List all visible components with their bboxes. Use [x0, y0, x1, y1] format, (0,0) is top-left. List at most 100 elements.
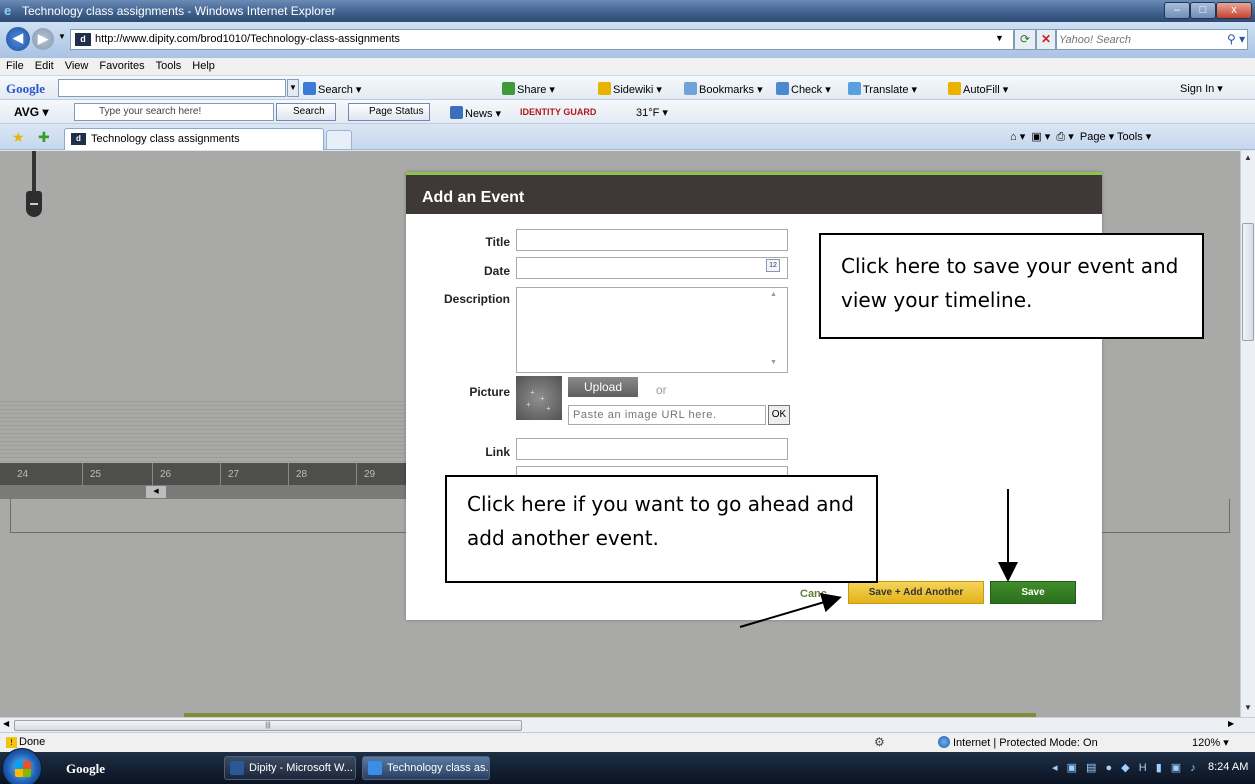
back-button[interactable]: ◀	[6, 27, 30, 51]
avg-logo[interactable]: AVG ▾	[14, 105, 48, 119]
scroll-up-icon[interactable]: ▲	[770, 291, 777, 298]
status-bar: ! Done ⚙ Internet | Protected Mode: On 12…	[0, 732, 1255, 752]
word-icon	[230, 761, 244, 775]
google-logo: Google	[6, 81, 45, 96]
calendar-icon[interactable]: 12	[766, 259, 780, 272]
status-text: ! Done	[6, 736, 45, 748]
refresh-button[interactable]: ⟳	[1014, 29, 1036, 50]
weather-widget[interactable]: 31°F ▾	[636, 106, 668, 119]
taskbar-google-search[interactable]: Google	[66, 761, 105, 777]
tab-technology-class-assignments[interactable]: d Technology class assignments	[64, 128, 324, 150]
stop-button[interactable]: ✕	[1036, 29, 1056, 50]
google-search-menu[interactable]: Search ▾	[303, 82, 361, 96]
description-scrollbar[interactable]: ▲ ▼	[766, 289, 782, 371]
callout-add-another-instructions: Click here if you want to go ahead and a…	[445, 475, 878, 583]
system-tray: ◂ ▣ ▤ ● ◆ H ▮ ▣ ♪ 8:24 AM	[1048, 752, 1255, 784]
date-tick: 24	[17, 469, 29, 480]
site-favicon-icon: d	[75, 33, 91, 46]
clock[interactable]: 8:24 AM	[1208, 761, 1248, 773]
recent-pages-dropdown-icon[interactable]: ▼	[58, 32, 66, 41]
date-tick: 27	[220, 463, 239, 485]
zoom-slider-knob[interactable]	[26, 191, 42, 217]
save-button[interactable]: Save	[990, 581, 1076, 604]
title-field[interactable]	[516, 229, 788, 251]
picture-placeholder-image: + + + +	[516, 376, 562, 420]
tray-icons[interactable]: ◂ ▣ ▤ ● ◆ H ▮ ▣ ♪	[1052, 761, 1199, 774]
vertical-scroll-thumb[interactable]	[1242, 223, 1254, 341]
avg-news-menu[interactable]: News ▾	[450, 106, 501, 120]
ie-icon	[368, 761, 382, 775]
avg-page-status-button[interactable]: Page Status	[348, 103, 430, 121]
upload-button[interactable]: Upload	[568, 377, 638, 397]
scroll-up-icon[interactable]: ▲	[1244, 153, 1252, 162]
image-url-ok-button[interactable]: OK	[768, 405, 790, 425]
description-field[interactable]	[516, 287, 788, 373]
timeline-scrollbar[interactable]: ◀	[0, 485, 406, 499]
close-button[interactable]: x	[1216, 2, 1252, 19]
identity-guard-button[interactable]: IDENTITY GUARD	[520, 107, 596, 117]
address-dropdown-icon[interactable]: ▼	[995, 33, 1004, 43]
google-dropdown-icon[interactable]: ▼	[287, 79, 299, 97]
save-add-another-button[interactable]: Save + Add Another	[848, 581, 984, 604]
avg-search-button[interactable]: Search	[276, 103, 336, 121]
google-autofill-menu[interactable]: AutoFill ▾	[948, 82, 1008, 96]
address-field[interactable]: d http://www.dipity.com/brod1010/Technol…	[70, 29, 1014, 50]
link-label: Link	[485, 445, 510, 459]
google-search-input[interactable]	[58, 79, 286, 97]
scroll-left-icon[interactable]: ◀	[146, 486, 166, 498]
google-bookmarks-menu[interactable]: Bookmarks ▾	[684, 82, 763, 96]
dialog-header: Add an Event	[406, 172, 1102, 214]
date-field[interactable]	[516, 257, 788, 279]
picture-label: Picture	[469, 385, 510, 399]
menu-favorites[interactable]: Favorites	[93, 58, 149, 72]
command-bar[interactable]: ⌂ ▾ ▣ ▾ ⎙ ▾ Page ▾ Tools ▾	[1010, 130, 1151, 144]
star-icon	[684, 82, 697, 95]
google-toolbar: Google ▼ Search ▾ Share ▾ Sidewiki ▾ Boo…	[0, 76, 1255, 100]
taskbar-word-window[interactable]: Dipity - Microsoft W...	[224, 756, 356, 780]
link-field[interactable]	[516, 438, 788, 460]
menu-file[interactable]: File	[0, 58, 29, 72]
search-icon[interactable]: ⚲ ▾	[1227, 32, 1245, 46]
window-title-bar: e Technology class assignments - Windows…	[0, 0, 1255, 22]
maximize-button[interactable]: □	[1190, 2, 1216, 19]
google-sign-in[interactable]: Sign In ▾	[1180, 82, 1223, 95]
horizontal-scroll-thumb[interactable]: |||	[14, 720, 522, 731]
phishing-filter-icon[interactable]: ⚙	[874, 735, 885, 749]
search-input[interactable]	[1059, 32, 1219, 47]
tab-favicon-icon: d	[71, 133, 86, 145]
cancel-link[interactable]: Canc	[800, 588, 827, 600]
globe-icon	[938, 736, 950, 748]
vertical-scrollbar[interactable]: ▲ ▼	[1240, 151, 1255, 717]
minimize-button[interactable]: –	[1164, 2, 1190, 19]
menu-view[interactable]: View	[59, 58, 94, 72]
scroll-down-icon[interactable]: ▼	[1244, 703, 1252, 712]
description-label: Description	[443, 292, 510, 306]
search-box[interactable]: ⚲ ▾	[1056, 29, 1248, 50]
taskbar-ie-window[interactable]: Technology class as...	[362, 756, 490, 780]
google-share-menu[interactable]: Share ▾	[502, 82, 555, 96]
zoom-slider[interactable]	[26, 151, 42, 221]
google-translate-menu[interactable]: Translate ▾	[848, 82, 917, 96]
new-tab-button[interactable]	[326, 130, 352, 150]
google-search-icon	[303, 82, 316, 95]
menu-help[interactable]: Help	[186, 58, 220, 72]
start-button[interactable]	[2, 748, 42, 784]
zoom-level[interactable]: 120% ▾	[1192, 736, 1229, 749]
google-sidewiki-menu[interactable]: Sidewiki ▾	[598, 82, 662, 96]
autofill-icon	[948, 82, 961, 95]
avg-toolbar: AVG ▾ Type your search here! Search Page…	[0, 100, 1255, 124]
forward-button[interactable]: ▶	[32, 28, 54, 50]
scroll-right-icon[interactable]: ▶	[1228, 719, 1234, 728]
google-check-menu[interactable]: Check ▾	[776, 82, 831, 96]
scroll-down-icon[interactable]: ▼	[770, 359, 777, 366]
scroll-left-icon[interactable]: ◀	[3, 719, 9, 728]
menu-tools[interactable]: Tools	[150, 58, 187, 72]
security-zone[interactable]: Internet | Protected Mode: On	[938, 736, 1098, 749]
favorites-star-icon[interactable]: ★	[12, 129, 25, 146]
window-title: Technology class assignments - Windows I…	[22, 4, 336, 18]
image-url-field[interactable]	[568, 405, 766, 425]
avg-search-input[interactable]: Type your search here!	[74, 103, 274, 121]
add-favorite-icon[interactable]: ✚	[38, 129, 50, 146]
menu-edit[interactable]: Edit	[29, 58, 59, 72]
horizontal-scrollbar[interactable]: ◀ ||| ▶	[0, 717, 1255, 732]
